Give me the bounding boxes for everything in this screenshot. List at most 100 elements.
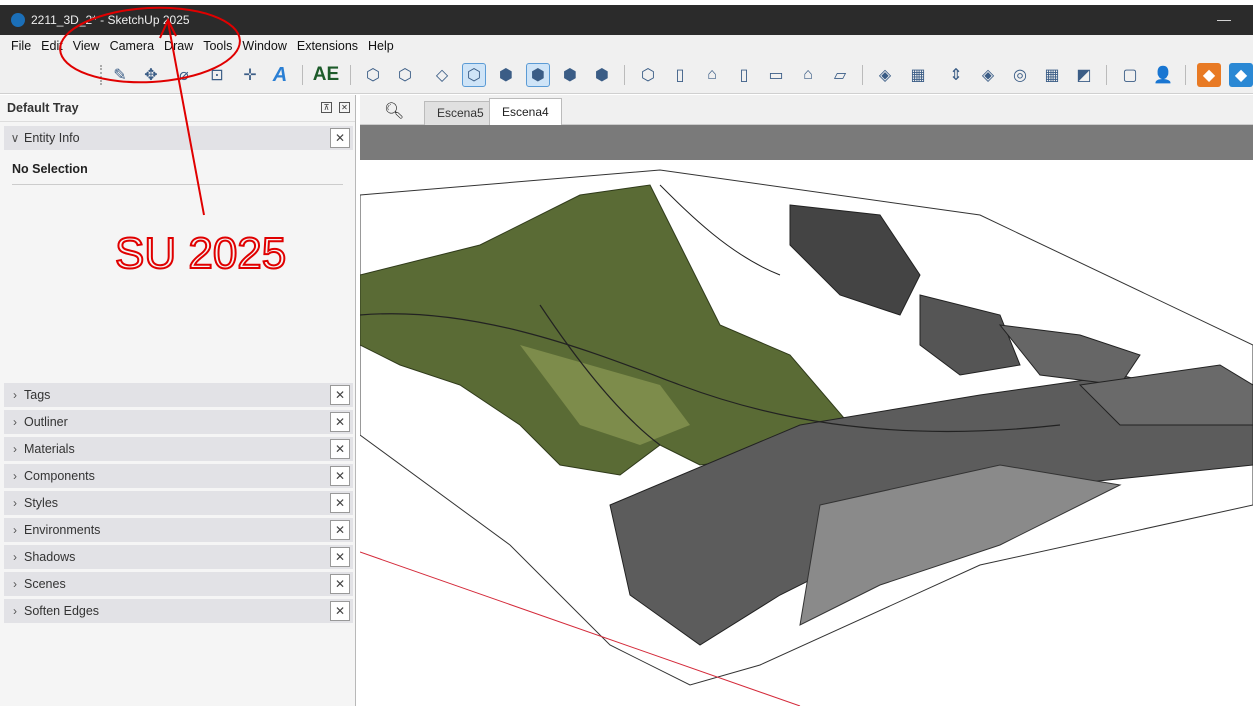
account-icon[interactable]: 👤	[1151, 63, 1175, 87]
scene-tab-escena4[interactable]: Escena4	[489, 98, 562, 125]
right-view-icon[interactable]: ▯	[732, 63, 756, 87]
pin-icon[interactable]: ⊼	[321, 102, 332, 113]
menu-edit[interactable]: Edit	[36, 39, 68, 53]
tray-header: Default Tray ⊼ ✕	[0, 95, 355, 122]
tray-title: Default Tray	[7, 101, 79, 115]
panel-label: Styles	[24, 496, 59, 510]
iso-view-icon[interactable]: ⬡	[636, 63, 660, 87]
menu-file[interactable]: File	[6, 39, 36, 53]
sandbox-scratch-icon[interactable]: ▦	[906, 63, 930, 87]
menu-help[interactable]: Help	[363, 39, 399, 53]
panel-label: Components	[24, 469, 95, 483]
scene-tab-escena5[interactable]: Escena5	[424, 101, 497, 125]
sandbox-contours-icon[interactable]: ◈	[873, 63, 897, 87]
hidden-line-icon[interactable]: ⬡	[462, 63, 486, 87]
xray-icon[interactable]: ⬡	[361, 63, 385, 87]
panel-soften-edges[interactable]: › Soften Edges ✕	[4, 599, 353, 623]
panel-label: Outliner	[24, 415, 68, 429]
close-icon[interactable]: ✕	[339, 102, 350, 113]
window-title: 2211_3D_2* - SketchUp 2025	[31, 13, 190, 27]
panel-environments[interactable]: › Environments ✕	[4, 518, 353, 542]
extension-warehouse-icon[interactable]: ◆	[1197, 63, 1221, 87]
panel-styles[interactable]: › Styles ✕	[4, 491, 353, 515]
toolbar-grip[interactable]	[100, 65, 103, 85]
flip-edge-icon[interactable]: ◩	[1072, 63, 1096, 87]
interact-icon[interactable]: ✥	[139, 63, 163, 87]
close-icon[interactable]: ✕	[330, 128, 350, 148]
divider	[12, 184, 343, 185]
menu-extensions[interactable]: Extensions	[292, 39, 363, 53]
3d-text-icon[interactable]: A	[268, 63, 292, 87]
left-view-icon[interactable]: ⌂	[796, 63, 820, 87]
scene-tabs-bar: 🔍︎ Escena5 Escena4	[360, 95, 1253, 125]
shaded-icon[interactable]: ⬢	[494, 63, 518, 87]
panel-label: Soften Edges	[24, 604, 100, 618]
menu-camera[interactable]: Camera	[105, 39, 159, 53]
toolbar-separator	[1106, 65, 1107, 85]
menu-tools[interactable]: Tools	[198, 39, 237, 53]
sketchup-logo-icon	[11, 13, 25, 27]
panel-outliner[interactable]: › Outliner ✕	[4, 410, 353, 434]
chevron-down-icon: ∨	[10, 131, 20, 145]
panel-label: Environments	[24, 523, 101, 537]
panel-components[interactable]: › Components ✕	[4, 464, 353, 488]
eraser-icon[interactable]: ⌀	[172, 63, 196, 87]
panel-shadows[interactable]: › Shadows ✕	[4, 545, 353, 569]
close-icon[interactable]: ✕	[330, 412, 350, 432]
panel-label: Materials	[24, 442, 75, 456]
shaded-textures-icon[interactable]: ⬢	[526, 63, 550, 87]
chevron-right-icon: ›	[13, 415, 17, 429]
close-icon[interactable]: ✕	[330, 547, 350, 567]
menu-view[interactable]: View	[68, 39, 105, 53]
style-icon[interactable]: ⬢	[590, 63, 614, 87]
new-file-icon[interactable]: ▢	[1118, 63, 1142, 87]
front-view-icon[interactable]: ⌂	[700, 63, 724, 87]
panel-tags[interactable]: › Tags ✕	[4, 383, 353, 407]
ae-extension-button[interactable]: AE	[311, 63, 341, 87]
selection-status: No Selection	[12, 162, 88, 176]
text-label-icon[interactable]: ⊡	[205, 63, 229, 87]
toolbar-separator	[1185, 65, 1186, 85]
close-icon[interactable]: ✕	[330, 493, 350, 513]
minimize-button[interactable]: —	[1217, 11, 1231, 27]
close-icon[interactable]: ✕	[330, 601, 350, 621]
monochrome-icon[interactable]: ⬢	[558, 63, 582, 87]
stamp-icon[interactable]: ◈	[976, 63, 1000, 87]
default-tray: Default Tray ⊼ ✕ ∨ Entity Info ✕ No Sele…	[0, 95, 356, 706]
panel-label: Entity Info	[24, 131, 80, 145]
model-viewport[interactable]: 🔍︎ Escena5 Escena4	[360, 95, 1253, 706]
back-view-icon[interactable]: ▭	[764, 63, 788, 87]
chevron-right-icon: ›	[13, 469, 17, 483]
toolbar-separator	[350, 65, 351, 85]
background-terrain-band	[360, 125, 1253, 160]
back-edges-icon[interactable]: ⬡	[393, 63, 417, 87]
toolbar-separator	[862, 65, 863, 85]
panel-scenes[interactable]: › Scenes ✕	[4, 572, 353, 596]
sandbox-draw-icon[interactable]: ✎	[108, 63, 132, 87]
chevron-right-icon: ›	[13, 523, 17, 537]
close-icon[interactable]: ✕	[330, 439, 350, 459]
entity-info-body: No Selection	[4, 151, 353, 381]
menu-window[interactable]: Window	[237, 39, 291, 53]
terrain-model[interactable]	[360, 125, 1253, 706]
drape-icon[interactable]: ◎	[1008, 63, 1032, 87]
chevron-right-icon: ›	[13, 550, 17, 564]
bottom-view-icon[interactable]: ▱	[828, 63, 852, 87]
title-bar: 2211_3D_2* - SketchUp 2025 —	[0, 5, 1253, 35]
add-detail-icon[interactable]: ▦	[1040, 63, 1064, 87]
3d-warehouse-icon[interactable]: ◆	[1229, 63, 1253, 87]
search-icon[interactable]: 🔍︎	[384, 101, 404, 121]
panel-label: Scenes	[24, 577, 66, 591]
top-view-icon[interactable]: ▯	[668, 63, 692, 87]
close-icon[interactable]: ✕	[330, 385, 350, 405]
chevron-right-icon: ›	[13, 442, 17, 456]
axes-icon[interactable]: ✛	[238, 63, 262, 87]
close-icon[interactable]: ✕	[330, 520, 350, 540]
panel-materials[interactable]: › Materials ✕	[4, 437, 353, 461]
panel-entity-info[interactable]: ∨ Entity Info ✕	[4, 126, 353, 150]
close-icon[interactable]: ✕	[330, 574, 350, 594]
close-icon[interactable]: ✕	[330, 466, 350, 486]
menu-draw[interactable]: Draw	[159, 39, 198, 53]
wireframe-icon[interactable]: ◇	[430, 63, 454, 87]
smoove-icon[interactable]: ⇕	[944, 63, 968, 87]
